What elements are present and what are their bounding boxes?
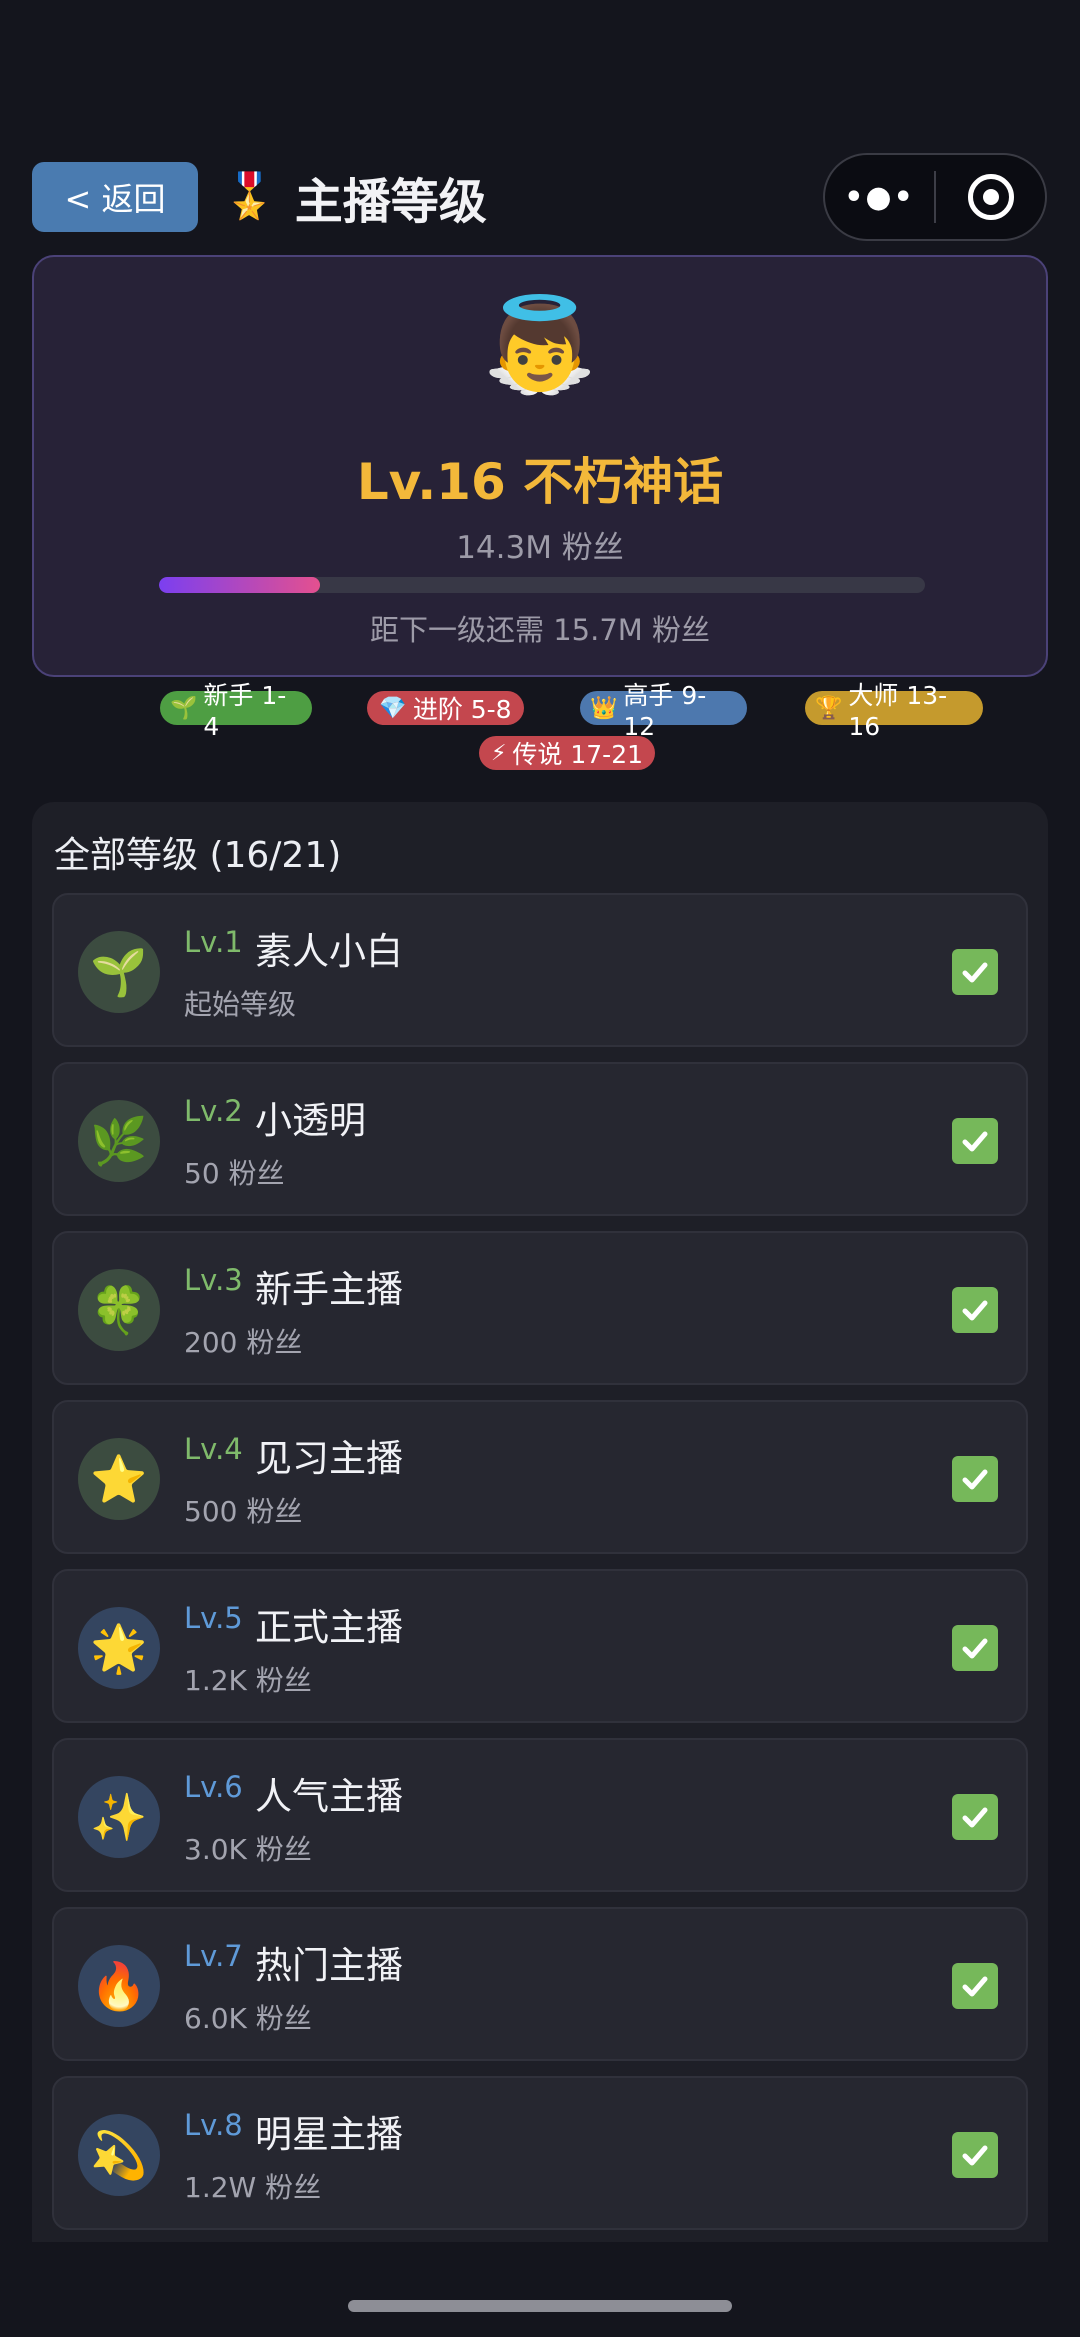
level-requirement: 500 粉丝 bbox=[184, 1495, 303, 1528]
level-requirement: 1.2W 粉丝 bbox=[184, 2171, 322, 2204]
level-number: Lv.8 bbox=[184, 2108, 243, 2142]
level-number: Lv.2 bbox=[184, 1094, 243, 1128]
level-icon: ✨ bbox=[78, 1776, 160, 1858]
page-title: 主播等级 bbox=[294, 174, 487, 230]
level-row[interactable]: 🌱 Lv.1 素人小白起始等级 bbox=[52, 893, 1028, 1047]
level-requirement: 1.2K 粉丝 bbox=[184, 1664, 312, 1697]
level-number: Lv.6 bbox=[184, 1770, 243, 1804]
level-requirement: 3.0K 粉丝 bbox=[184, 1833, 312, 1866]
level-avatar-icon: 👼 bbox=[482, 291, 598, 398]
current-fans-count: 14.3M 粉丝 bbox=[456, 530, 624, 566]
medal-icon: 🎖️ bbox=[222, 171, 277, 222]
checkmark-icon bbox=[952, 1963, 998, 2009]
level-icon: 🌱 bbox=[78, 931, 160, 1013]
crown-icon: 👑 bbox=[590, 695, 618, 721]
tier-tag-legend: ⚡ 传说 17-21 bbox=[479, 736, 655, 770]
level-icon: 🔥 bbox=[78, 1945, 160, 2027]
next-level-requirement: 距下一级还需 15.7M 粉丝 bbox=[369, 613, 711, 647]
level-requirement: 50 粉丝 bbox=[184, 1157, 285, 1190]
level-row[interactable]: ⭐ Lv.4 见习主播 500 粉丝 bbox=[52, 1400, 1028, 1554]
tier-tag-novice: 🌱 新手 1-4 bbox=[160, 681, 312, 741]
level-name: 明星主播 bbox=[255, 2113, 403, 2156]
level-row[interactable]: 🔥 Lv.7 热门主播 6.0K 粉丝 bbox=[52, 1907, 1028, 2061]
more-options-icon[interactable]: •●• bbox=[825, 180, 934, 215]
level-number: Lv.4 bbox=[184, 1432, 243, 1466]
tier-tag-master: 🏆 大师 13-16 bbox=[805, 681, 983, 741]
tier-label: 高手 9-12 bbox=[623, 680, 707, 741]
sprout-icon: 🌱 bbox=[170, 695, 198, 721]
current-level-title: Lv.16 不朽神话 bbox=[356, 453, 724, 511]
checkmark-icon bbox=[952, 1625, 998, 1671]
tier-tag-advanced: 💎 进阶 5-8 bbox=[367, 691, 524, 725]
level-name: 正式主播 bbox=[255, 1606, 403, 1649]
level-row[interactable]: ✨ Lv.6 人气主播 3.0K 粉丝 bbox=[52, 1738, 1028, 1892]
level-name: 小透明 bbox=[255, 1099, 366, 1142]
level-number: Lv.1 bbox=[184, 925, 243, 959]
close-miniprogram-icon[interactable] bbox=[936, 174, 1045, 220]
tier-label: 大师 13-16 bbox=[848, 680, 948, 741]
header: < 返回 🎖️ 主播等级 •●• bbox=[0, 150, 1080, 250]
back-button[interactable]: < 返回 bbox=[32, 162, 198, 232]
level-requirement: 起始等级 bbox=[184, 988, 297, 1021]
gem-icon: 💎 bbox=[379, 695, 407, 721]
level-progress-fill bbox=[159, 577, 320, 593]
checkmark-icon bbox=[952, 2132, 998, 2178]
home-indicator bbox=[348, 2300, 732, 2312]
tier-tag-expert: 👑 高手 9-12 bbox=[580, 681, 747, 741]
all-levels-title: 全部等级 (16/21) bbox=[54, 835, 342, 876]
trophy-icon: 🏆 bbox=[815, 695, 843, 721]
level-name: 新手主播 bbox=[255, 1268, 403, 1311]
level-row[interactable]: 💫 Lv.8 明星主播 1.2W 粉丝 bbox=[52, 2076, 1028, 2230]
tier-label: 进阶 5-8 bbox=[412, 695, 512, 724]
level-name: 热门主播 bbox=[255, 1944, 403, 1987]
level-requirement: 200 粉丝 bbox=[184, 1326, 303, 1359]
title-wrap: 🎖️ 主播等级 bbox=[222, 162, 487, 232]
level-name: 见习主播 bbox=[255, 1437, 403, 1480]
level-icon: 🌟 bbox=[78, 1607, 160, 1689]
current-level-card: 👼 Lv.16 不朽神话 14.3M 粉丝 距下一级还需 15.7M 粉丝 bbox=[32, 255, 1048, 677]
level-requirement: 6.0K 粉丝 bbox=[184, 2002, 312, 2035]
lightning-icon: ⚡ bbox=[490, 740, 507, 766]
level-icon: 🍀 bbox=[78, 1269, 160, 1351]
level-icon: ⭐ bbox=[78, 1438, 160, 1520]
mini-program-capsule: •●• bbox=[823, 153, 1047, 241]
level-icon: 💫 bbox=[78, 2114, 160, 2196]
checkmark-icon bbox=[952, 1287, 998, 1333]
level-row[interactable]: 🍀 Lv.3 新手主播 200 粉丝 bbox=[52, 1231, 1028, 1385]
checkmark-icon bbox=[952, 949, 998, 995]
level-name: 素人小白 bbox=[255, 930, 403, 973]
checkmark-icon bbox=[952, 1118, 998, 1164]
level-progress-bar bbox=[159, 577, 925, 593]
checkmark-icon bbox=[952, 1456, 998, 1502]
level-number: Lv.3 bbox=[184, 1263, 243, 1297]
level-number: Lv.5 bbox=[184, 1601, 243, 1635]
tier-label: 传说 17-21 bbox=[512, 740, 644, 769]
level-row[interactable]: 🌿 Lv.2 小透明 50 粉丝 bbox=[52, 1062, 1028, 1216]
level-number: Lv.7 bbox=[184, 1939, 243, 1973]
level-row[interactable]: 🌟 Lv.5 正式主播 1.2K 粉丝 bbox=[52, 1569, 1028, 1723]
level-name: 人气主播 bbox=[255, 1775, 403, 1818]
all-levels-panel: 全部等级 (16/21) 🌱 Lv.1 素人小白起始等级 🌿 Lv.2 小透明 50 粉丝 🍀… bbox=[32, 802, 1048, 2242]
tier-label: 新手 1-4 bbox=[203, 680, 287, 741]
level-icon: 🌿 bbox=[78, 1100, 160, 1182]
checkmark-icon bbox=[952, 1794, 998, 1840]
